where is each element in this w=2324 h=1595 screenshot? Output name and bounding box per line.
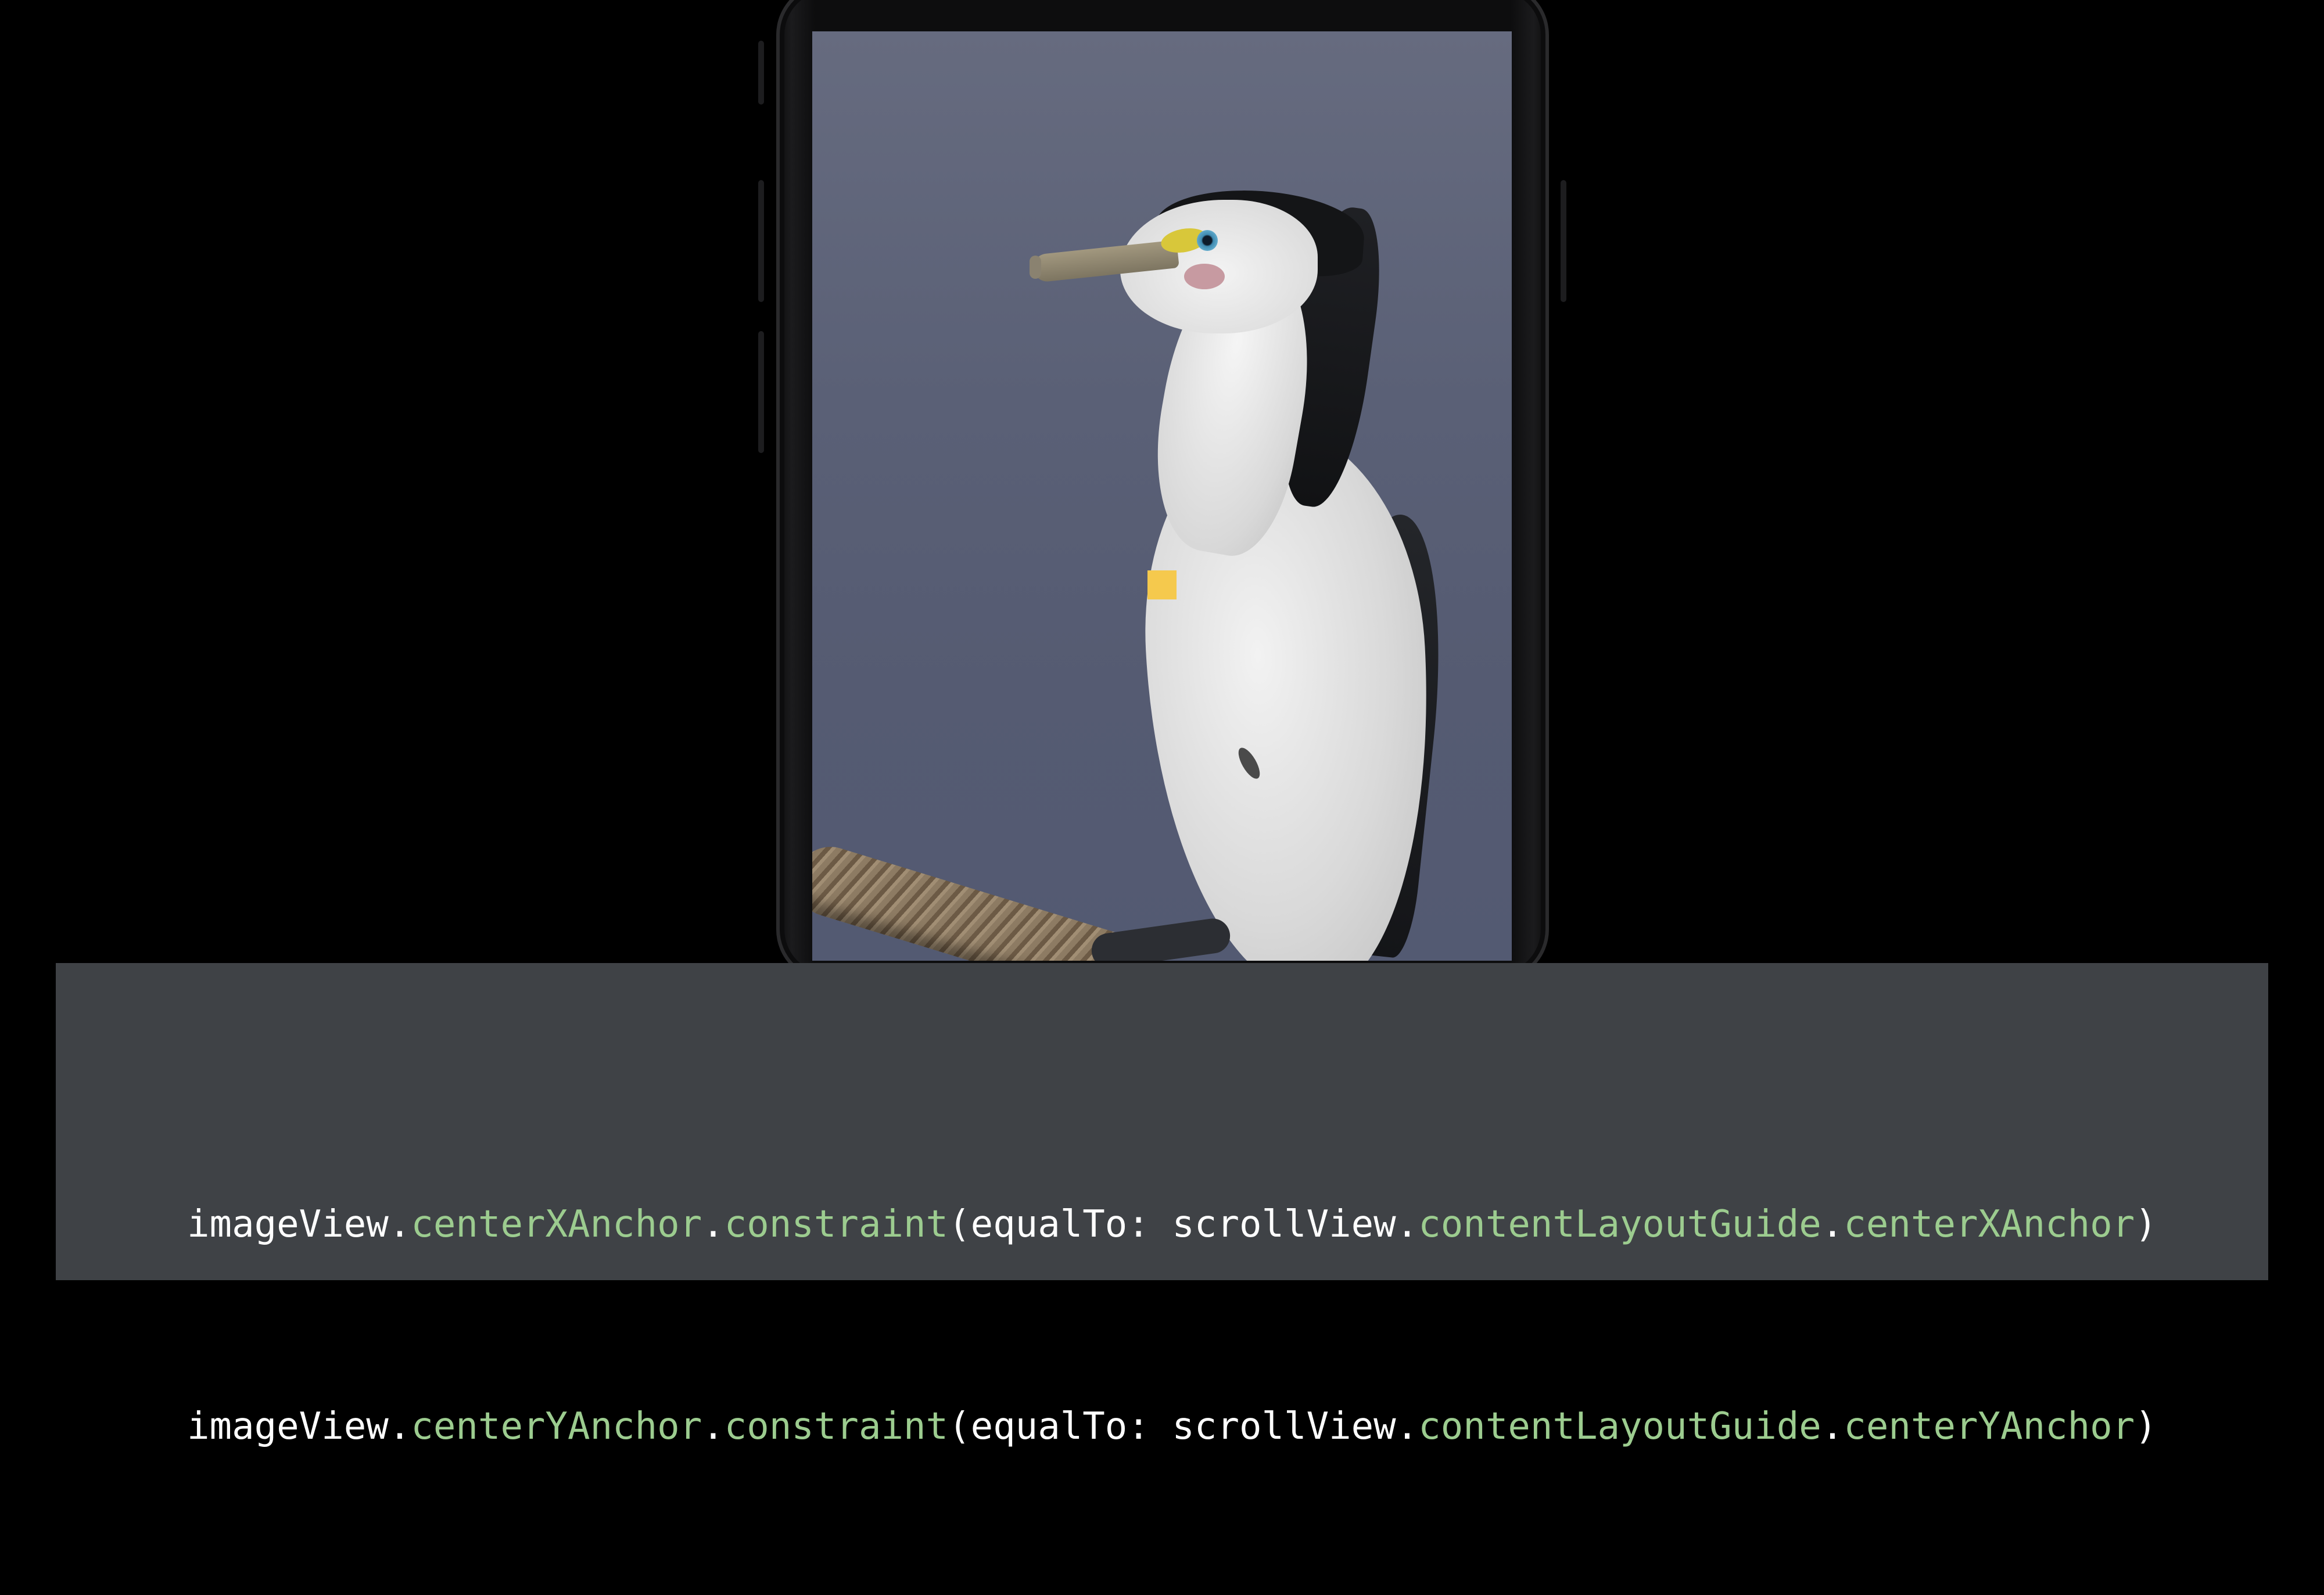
code-token-dot: . — [1821, 1203, 1844, 1246]
code-token-target-anchor: centerYAnchor — [1844, 1405, 2135, 1448]
code-token-dot: . — [388, 1203, 411, 1246]
code-token-anchor: centerYAnchor — [411, 1405, 702, 1448]
code-token-dot: . — [1396, 1203, 1419, 1246]
code-token-args: (equalTo: — [948, 1405, 1172, 1448]
code-token-anchor: centerXAnchor — [411, 1203, 702, 1246]
image-view — [812, 31, 1512, 961]
code-token-dot: . — [702, 1203, 725, 1246]
code-token-guide: contentLayoutGuide — [1418, 1203, 1821, 1246]
phone-mute-switch — [758, 41, 764, 105]
code-token-target-anchor: centerXAnchor — [1844, 1203, 2135, 1246]
code-token-close: ) — [2135, 1405, 2157, 1448]
code-block: imageView.centerXAnchor.constraint(equal… — [187, 1056, 2157, 1595]
code-token-dot: . — [1821, 1405, 1844, 1448]
code-token-close: ) — [2135, 1203, 2157, 1246]
phone-volume-down-button — [758, 331, 764, 453]
phone-power-button — [1561, 180, 1566, 302]
code-token-args: (equalTo: — [948, 1203, 1172, 1246]
code-token-object: imageView — [187, 1405, 389, 1448]
bird-eye — [1197, 230, 1218, 251]
code-token-method: constraint — [724, 1405, 949, 1448]
bird-foot — [1089, 916, 1233, 961]
code-line-2: imageView.centerYAnchor.constraint(equal… — [187, 1393, 2157, 1460]
scroll-view[interactable] — [812, 31, 1512, 961]
code-token-dot: . — [388, 1405, 411, 1448]
bird-beak-hook — [1030, 256, 1041, 279]
code-token-target: scrollView — [1172, 1203, 1396, 1246]
code-token-dot: . — [702, 1405, 725, 1448]
center-anchor-marker — [1147, 570, 1177, 599]
bird-throat — [1184, 264, 1225, 289]
code-line-1: imageView.centerXAnchor.constraint(equal… — [187, 1191, 2157, 1258]
phone-volume-up-button — [758, 180, 764, 302]
code-token-target: scrollView — [1172, 1405, 1396, 1448]
code-token-method: constraint — [724, 1203, 949, 1246]
code-token-object: imageView — [187, 1203, 389, 1246]
code-panel: imageView.centerXAnchor.constraint(equal… — [56, 963, 2268, 1448]
code-token-guide: contentLayoutGuide — [1418, 1405, 1821, 1448]
code-token-dot: . — [1396, 1405, 1419, 1448]
